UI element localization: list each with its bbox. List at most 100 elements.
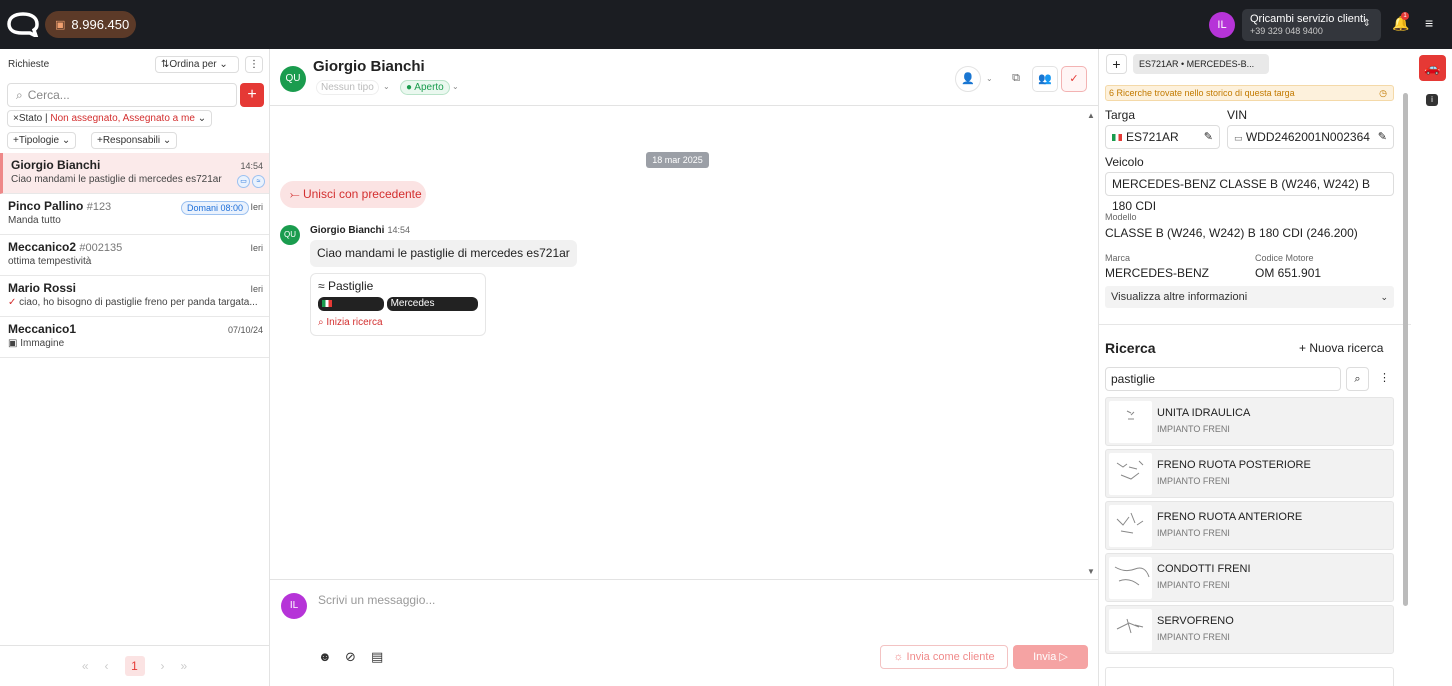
search-icon[interactable]: ⌕ — [1346, 367, 1369, 391]
send-as-client-button[interactable]: ☼ Invia come cliente — [880, 645, 1008, 669]
send-button[interactable]: Invia ▷ — [1013, 645, 1088, 669]
search-result-item[interactable]: SERVOFRENO IMPIANTO FRENI — [1105, 605, 1394, 654]
vin-value: WDD2462001N002364 — [1245, 130, 1370, 144]
filter-state-chip[interactable]: ×Stato | Non assegnato, Assegnato a me ⌄ — [7, 110, 213, 127]
requests-panel: Richieste ⇅Ordina per ⌄ ⋮ ⌕ Cerca... + ×… — [0, 49, 270, 686]
conversation-item[interactable]: Meccanico2 #002135 ottima tempestività I… — [0, 235, 269, 276]
scrollbar-thumb[interactable] — [1403, 93, 1408, 606]
attachment-icon[interactable]: ⊘ — [345, 649, 356, 665]
history-notice[interactable]: 6 Ricerche trovate nello storico di ques… — [1105, 85, 1394, 101]
notification-count: 1 — [1401, 12, 1409, 20]
type-selector[interactable]: Nessun tipo — [316, 80, 379, 95]
edit-pencil-icon[interactable]: ✎ — [1204, 126, 1213, 148]
close-request-check-icon[interactable]: ✓ — [1061, 66, 1087, 92]
message-author: Giorgio Bianchi 14:54 — [310, 225, 410, 236]
filter-state-label: Stato — [18, 113, 43, 124]
chat-panel: QU Giorgio Bianchi Nessun tipo ⌄ ● Apert… — [270, 49, 1098, 686]
plate-label: Targa — [1105, 108, 1136, 122]
next-page-icon[interactable]: › — [161, 659, 165, 673]
credits-value: 8.996.450 — [71, 17, 130, 32]
filter-types-chip[interactable]: +Tipologie ⌄ — [7, 132, 77, 149]
chevron-down-icon: ⌄ — [452, 82, 459, 91]
italy-flag-icon — [322, 299, 332, 307]
message-time: 14:54 — [387, 225, 410, 235]
assign-user-icon[interactable]: 👤 — [955, 66, 981, 92]
add-request-button[interactable]: + — [240, 83, 264, 107]
first-page-icon[interactable]: « — [82, 659, 89, 673]
last-page-icon[interactable]: » — [181, 659, 188, 673]
coins-icon: ▣ — [55, 19, 66, 31]
edit-pencil-icon[interactable]: ✎ — [1378, 126, 1387, 148]
merge-icon[interactable]: ⧉ — [1003, 66, 1029, 92]
search-input[interactable]: ⌕ Cerca... — [7, 83, 237, 107]
engine-label: Codice Motore — [1255, 253, 1314, 263]
car-icon: ▭ — [237, 175, 250, 188]
conversation-item[interactable]: Giorgio Bianchi Ciao mandami le pastigli… — [0, 153, 269, 194]
conversation-preview: Ciao mandami le pastiglie di mercedes es… — [11, 174, 222, 185]
chevron-down-icon: ⌄ — [1380, 292, 1388, 302]
vin-label: VIN — [1227, 108, 1248, 122]
more-options-icon[interactable]: ⋮ — [1379, 371, 1390, 384]
plate-field[interactable]: ES721AR ✎ — [1105, 125, 1220, 149]
parts-search-input[interactable]: pastiglie — [1105, 367, 1341, 391]
conversation-item[interactable]: Pinco Pallino #123 Manda tutto Domani 08… — [0, 194, 269, 235]
conversation-preview: Immagine — [20, 338, 65, 349]
vehicle-car-icon[interactable]: 🚗 — [1419, 55, 1446, 81]
author-name: Giorgio Bianchi — [310, 225, 385, 236]
template-icon[interactable]: ▤ — [371, 649, 383, 665]
result-name: SERVOFRENO — [1157, 615, 1234, 627]
conversation-preview: Manda tutto — [8, 215, 61, 226]
scroll-up-icon[interactable]: ▲ — [1087, 111, 1095, 120]
emoji-icon[interactable]: ☻ — [318, 649, 332, 664]
app-logo-icon[interactable] — [6, 11, 40, 37]
status-selector[interactable]: ● Aperto — [400, 80, 450, 95]
scroll-down-icon[interactable]: ▼ — [1087, 567, 1095, 576]
top-bar: ▣ 8.996.450 IL Qricambi servizio clienti… — [0, 0, 1452, 49]
search-result-item[interactable] — [1105, 667, 1394, 686]
new-search-button[interactable]: + Nuova ricerca — [1299, 341, 1383, 355]
sent-check-icon: ✓ — [8, 297, 17, 308]
history-icon: ◷ — [1379, 88, 1387, 98]
conversation-name: Giorgio Bianchi — [11, 158, 101, 172]
result-name: CONDOTTI FRENI — [1157, 563, 1251, 575]
conversation-time: 14:54 — [240, 161, 263, 171]
more-options-button[interactable]: ⋮ — [245, 56, 263, 73]
search-result-item[interactable]: CONDOTTI FRENI IMPIANTO FRENI — [1105, 553, 1394, 602]
result-group: IMPIANTO FRENI — [1157, 528, 1230, 538]
vin-field[interactable]: ▭ WDD2462001N002364 ✎ — [1227, 125, 1394, 149]
model-label: Modello — [1105, 212, 1137, 222]
sort-dropdown[interactable]: ⇅Ordina per ⌄ — [155, 56, 239, 73]
vehicle-field[interactable]: MERCEDES-BENZ CLASSE B (W246, W242) B 18… — [1105, 172, 1394, 213]
search-result-item[interactable]: UNITA IDRAULICA IMPIANTO FRENI — [1105, 397, 1394, 446]
right-panel-scrollbar[interactable] — [1401, 89, 1409, 609]
account-switcher[interactable]: Qricambi servizio clienti +39 329 048 94… — [1242, 9, 1381, 41]
part-diagram-thumbnail — [1109, 505, 1152, 547]
add-vehicle-button[interactable]: + — [1106, 54, 1127, 74]
conversation-item[interactable]: Mario Rossi ✓ ciao, ho bisogno di pastig… — [0, 276, 269, 317]
message-bubble: Ciao mandami le pastiglie di mercedes es… — [310, 240, 577, 267]
search-result-item[interactable]: FRENO RUOTA ANTERIORE IMPIANTO FRENI — [1105, 501, 1394, 550]
conversation-time: Ieri — [250, 202, 263, 212]
search-placeholder: Cerca... — [27, 88, 70, 102]
notification-bell-icon[interactable]: 🔔 1 — [1392, 12, 1409, 33]
hamburger-menu-icon[interactable]: ≡ — [1425, 15, 1433, 31]
credits-badge[interactable]: ▣ 8.996.450 — [45, 11, 136, 38]
image-icon: ▣ — [8, 338, 18, 349]
chevron-down-icon: ⌄ — [986, 74, 993, 83]
filter-owners-chip[interactable]: +Responsabili ⌄ — [91, 132, 178, 149]
search-result-item[interactable]: FRENO RUOTA POSTERIORE IMPIANTO FRENI — [1105, 449, 1394, 498]
add-contact-icon[interactable]: 👥 — [1032, 66, 1058, 92]
prev-page-icon[interactable]: ‹ — [105, 659, 109, 673]
reminder-badge: Domani 08:00 — [180, 201, 249, 215]
info-icon[interactable]: i — [1426, 94, 1438, 106]
merge-previous-button[interactable]: ⤚ Unisci con precedente — [280, 181, 426, 208]
more-info-toggle[interactable]: Visualizza altre informazioni ⌄ — [1105, 286, 1394, 308]
vehicle-tab[interactable]: ES721AR • MERCEDES-B... — [1133, 54, 1269, 74]
message-input[interactable]: Scrivi un messaggio... — [318, 593, 435, 607]
result-name: UNITA IDRAULICA — [1157, 407, 1251, 419]
conversation-item[interactable]: Meccanico1 ▣ Immagine 07/10/24 — [0, 317, 269, 358]
part-diagram-thumbnail — [1109, 453, 1152, 495]
user-avatar[interactable]: IL — [1209, 12, 1235, 38]
part-diagram-thumbnail — [1109, 557, 1152, 599]
current-page[interactable]: 1 — [124, 655, 145, 676]
